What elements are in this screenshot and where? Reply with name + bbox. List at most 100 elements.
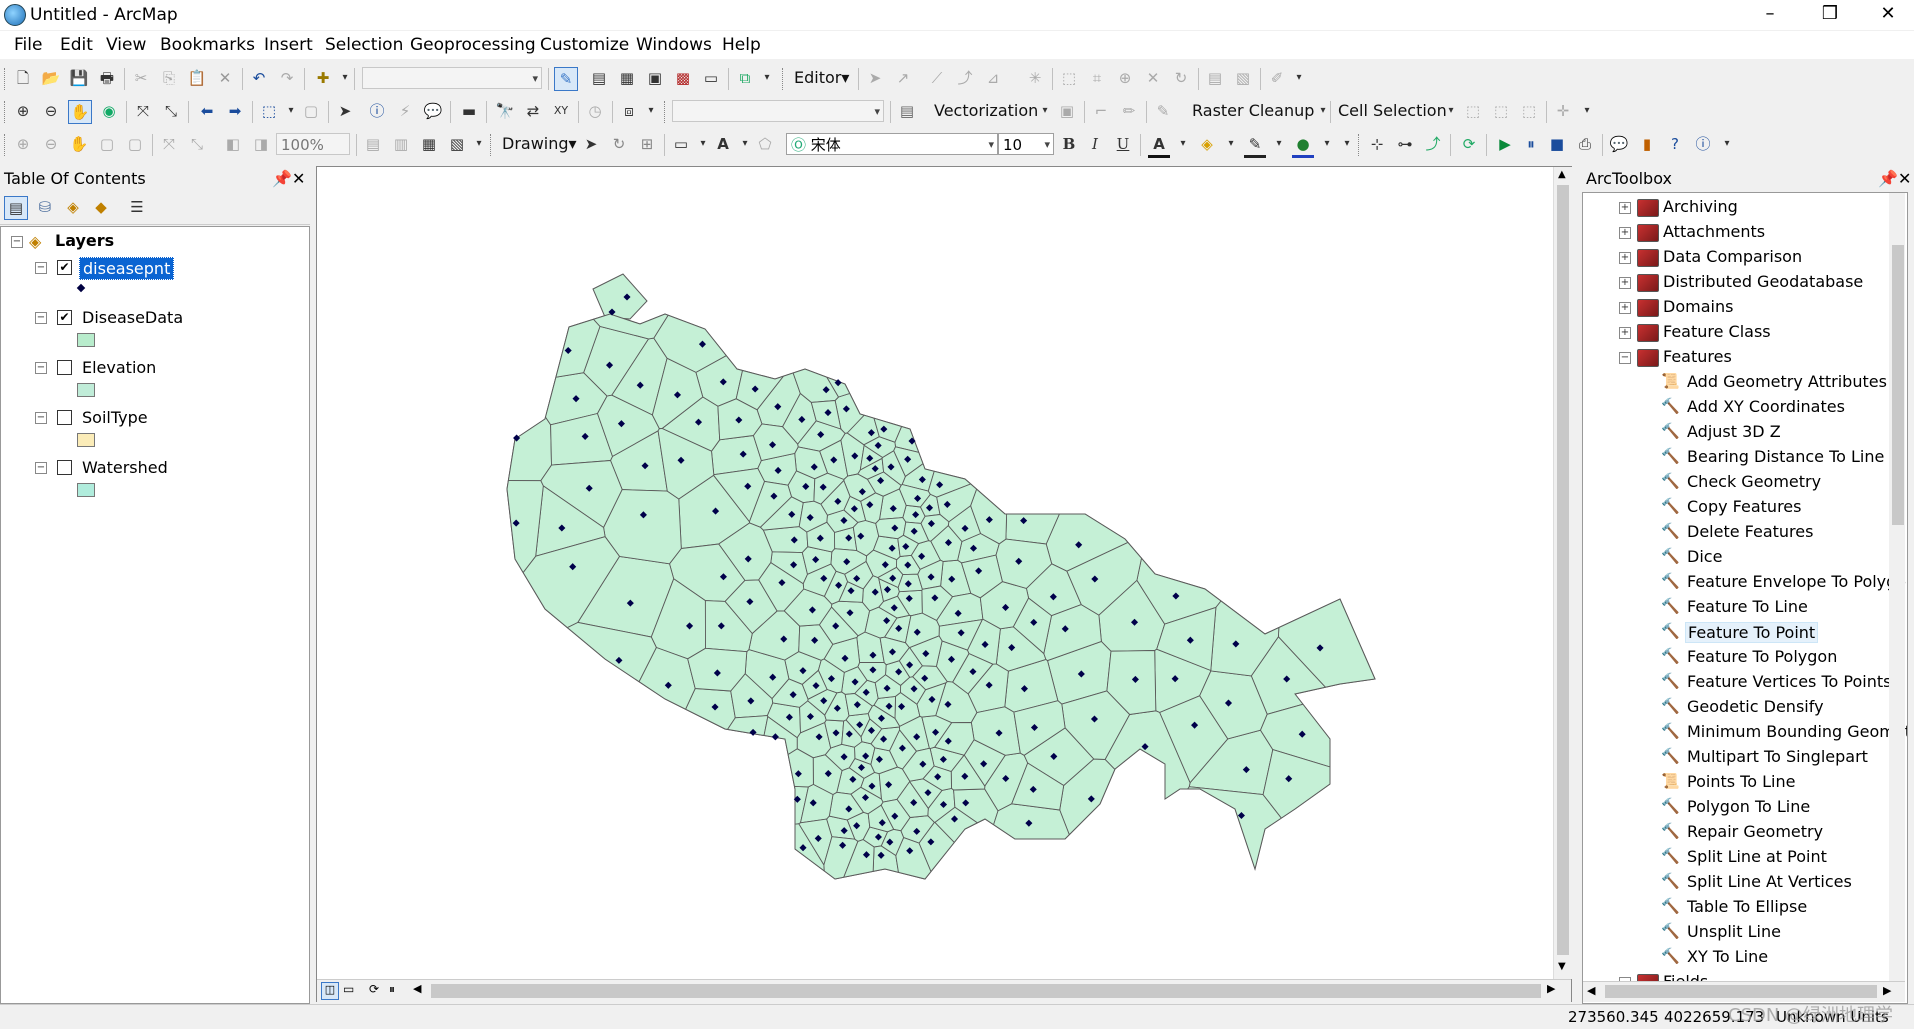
toolset-label[interactable]: Feature Class bbox=[1663, 322, 1771, 341]
toolbar-grip[interactable] bbox=[4, 68, 8, 90]
tool-item[interactable]: Feature To Polygon bbox=[1685, 647, 1839, 666]
voronoi-cell[interactable] bbox=[317, 621, 657, 979]
toolbar-options-icon[interactable]: ▾ bbox=[1288, 67, 1310, 89]
tool-item[interactable]: Minimum Bounding Geometry bbox=[1685, 722, 1907, 741]
scroll-up-icon[interactable]: ▲ bbox=[1558, 169, 1566, 180]
map-scale-combo[interactable]: ▾ bbox=[362, 67, 542, 89]
layout-back-icon[interactable]: ◧ bbox=[222, 133, 244, 155]
save-icon[interactable]: 💾 bbox=[68, 67, 90, 89]
interactive-select-icon[interactable]: ⬚ bbox=[1490, 100, 1512, 122]
voronoi-cell[interactable] bbox=[317, 479, 544, 781]
pencil-icon[interactable]: ✏ bbox=[1118, 100, 1140, 122]
vectorization-dropdown-icon[interactable]: ▾ bbox=[1034, 100, 1056, 122]
text-tool-icon[interactable]: A bbox=[712, 133, 734, 155]
data-view-icon[interactable]: ◫ bbox=[321, 982, 339, 1000]
crosshair-icon[interactable]: ✛ bbox=[1552, 100, 1574, 122]
line-color-dropdown-icon[interactable]: ▾ bbox=[1268, 133, 1290, 155]
tool-item[interactable]: Table To Ellipse bbox=[1685, 897, 1809, 916]
tool-item[interactable]: Split Line At Vertices bbox=[1685, 872, 1854, 891]
pause-icon[interactable]: ⏸ bbox=[1520, 133, 1542, 155]
scroll-down-icon[interactable]: ▼ bbox=[1558, 961, 1566, 972]
trace-icon[interactable]: ⊿ bbox=[982, 67, 1004, 89]
help-icon[interactable]: ? bbox=[1664, 133, 1686, 155]
go-forward-icon[interactable]: ➡ bbox=[224, 100, 246, 122]
editor-toolbar-toggle-icon[interactable]: ✎ bbox=[554, 67, 578, 91]
select-features-icon[interactable]: ⬚ bbox=[258, 100, 280, 122]
show-preview-icon[interactable]: ▣ bbox=[1056, 100, 1078, 122]
toolbar-options-icon[interactable]: ▾ bbox=[1716, 133, 1738, 155]
scroll-left-icon[interactable]: ◀ bbox=[413, 982, 421, 995]
refresh-view-icon[interactable]: ⟳ bbox=[369, 982, 379, 996]
layout-zoom-out-icon[interactable]: ⊖ bbox=[40, 133, 62, 155]
toc-options-icon[interactable]: ☰ bbox=[126, 196, 148, 218]
voronoi-cell[interactable] bbox=[496, 646, 696, 966]
layer-name-label[interactable]: Watershed bbox=[79, 457, 171, 478]
tool-item[interactable]: Multipart To Singlepart bbox=[1685, 747, 1870, 766]
tool-item[interactable]: Adjust 3D Z bbox=[1685, 422, 1783, 441]
list-by-selection-icon[interactable]: ◆ bbox=[90, 196, 112, 218]
vectorization-menu[interactable]: Vectorization bbox=[934, 101, 1038, 120]
tool-item[interactable]: Delete Features bbox=[1685, 522, 1815, 541]
voronoi-cell[interactable] bbox=[317, 262, 552, 482]
voronoi-cell[interactable] bbox=[482, 823, 828, 979]
play-icon[interactable]: ▶ bbox=[1494, 133, 1516, 155]
tool-item[interactable]: Unsplit Line bbox=[1685, 922, 1783, 941]
point-icon[interactable]: ✳ bbox=[1024, 67, 1046, 89]
marker-color-dropdown-icon[interactable]: ▾ bbox=[1316, 133, 1338, 155]
arctoolbox-close-icon[interactable]: ✕ bbox=[1898, 166, 1911, 192]
toolbar-options-icon[interactable]: ▾ bbox=[1576, 100, 1598, 122]
expand-toolset-icon[interactable]: + bbox=[1619, 327, 1631, 339]
fill-symbol-swatch[interactable] bbox=[77, 433, 95, 447]
identify-icon[interactable]: ⓘ bbox=[366, 100, 388, 122]
catalog-icon[interactable]: ▦ bbox=[616, 67, 638, 89]
toolbar-grip[interactable] bbox=[664, 101, 668, 123]
collapse-layers-icon[interactable]: − bbox=[11, 236, 23, 248]
scroll-thumb[interactable] bbox=[1557, 185, 1569, 955]
minimize-button[interactable]: – bbox=[1740, 0, 1800, 30]
toolset-label[interactable]: Features bbox=[1663, 347, 1732, 366]
tool-item[interactable]: Points To Line bbox=[1685, 772, 1797, 791]
underline-button[interactable]: U bbox=[1112, 133, 1134, 155]
cell-selection-menu[interactable]: Cell Selection bbox=[1338, 101, 1447, 120]
select-dropdown-icon[interactable]: ▾ bbox=[280, 100, 302, 122]
toolset-label[interactable]: Attachments bbox=[1663, 222, 1765, 241]
full-extent-icon[interactable]: ◉ bbox=[98, 100, 120, 122]
find-route-icon[interactable]: ⇄ bbox=[522, 100, 544, 122]
pan-icon[interactable]: ✋ bbox=[68, 100, 92, 124]
cell-selection-dropdown-icon[interactable]: ▾ bbox=[1440, 100, 1462, 122]
voronoi-cell[interactable] bbox=[1005, 167, 1213, 545]
fill-symbol-swatch[interactable] bbox=[77, 383, 95, 397]
scroll-right-icon[interactable]: ▶ bbox=[1547, 982, 1555, 995]
fill-symbol-swatch[interactable] bbox=[77, 483, 95, 497]
toolset-label[interactable]: Data Comparison bbox=[1663, 247, 1802, 266]
change-layout-icon[interactable]: ▦ bbox=[418, 133, 440, 155]
toolbar-grip[interactable] bbox=[1358, 134, 1362, 156]
menu-windows[interactable]: Windows bbox=[636, 35, 712, 55]
edit-vertices-draw-icon[interactable]: ⬠ bbox=[754, 133, 776, 155]
voronoi-cell[interactable] bbox=[1277, 167, 1549, 741]
go-back-icon[interactable]: ⬅ bbox=[196, 100, 218, 122]
python-window-icon[interactable]: ▭ bbox=[700, 67, 722, 89]
raster-layer-combo[interactable]: ▾ bbox=[672, 100, 884, 122]
tool-item[interactable]: XY To Line bbox=[1685, 947, 1770, 966]
close-window-button[interactable]: ✕ bbox=[1858, 0, 1914, 30]
collapse-layer-icon[interactable]: − bbox=[35, 412, 47, 424]
print-icon[interactable]: 🖶 bbox=[96, 67, 118, 89]
html-popup-icon[interactable]: 💬 bbox=[422, 100, 444, 122]
cell-select-icon[interactable]: ⬚ bbox=[1518, 100, 1540, 122]
select-elements-icon[interactable]: ➤ bbox=[334, 100, 356, 122]
straight-segment-icon[interactable]: ⟋ bbox=[926, 67, 948, 89]
whats-this-icon[interactable]: ⓘ bbox=[1692, 133, 1714, 155]
voronoi-cell[interactable] bbox=[1146, 786, 1406, 979]
tool-item[interactable]: Geodetic Densify bbox=[1685, 697, 1826, 716]
copy-icon[interactable]: ⎘ bbox=[158, 67, 180, 89]
voronoi-cell[interactable] bbox=[648, 715, 769, 847]
voronoi-cell[interactable] bbox=[663, 784, 809, 840]
export-animation-icon[interactable]: ⎙ bbox=[1574, 133, 1596, 155]
menu-customize[interactable]: Customize bbox=[540, 35, 629, 55]
tool-item[interactable]: Add Geometry Attributes bbox=[1685, 372, 1889, 391]
layout-fixed-zoom-out-icon[interactable]: ⤡ bbox=[186, 133, 208, 155]
undo-icon[interactable]: ↶ bbox=[248, 67, 270, 89]
expand-toolset-icon[interactable]: + bbox=[1619, 277, 1631, 289]
layout-zoom-in-icon[interactable]: ⊕ bbox=[12, 133, 34, 155]
